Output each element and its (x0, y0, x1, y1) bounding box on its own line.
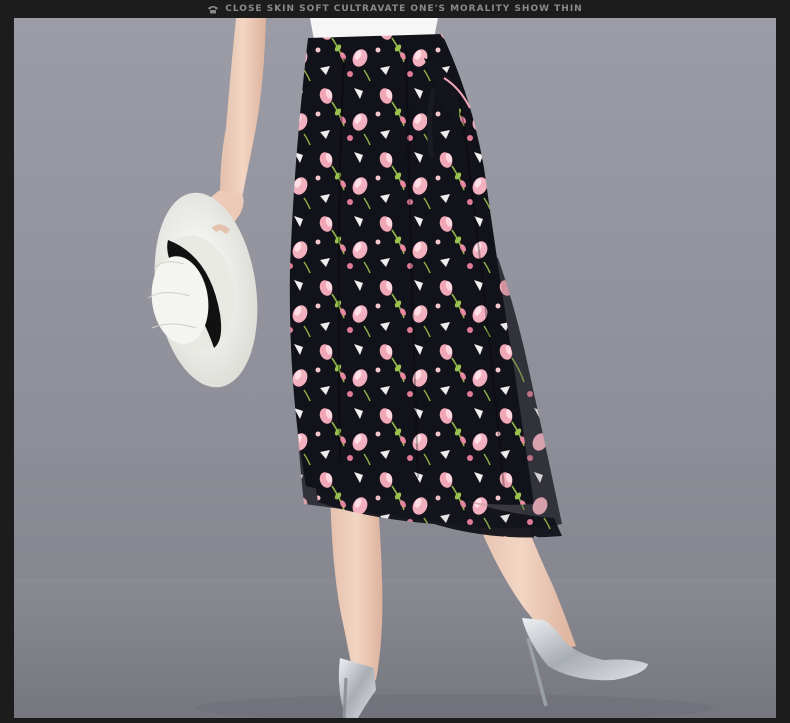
caption-bar: CLOSE SKIN SOFT CULTRAVATE ONE'S MORALIT… (0, 0, 790, 18)
product-image-frame: CLOSE SKIN SOFT CULTRAVATE ONE'S MORALIT… (0, 0, 790, 723)
product-photo (14, 18, 776, 718)
model-wearing-floral-skirt (14, 18, 776, 718)
caption-text: CLOSE SKIN SOFT CULTRAVATE ONE'S MORALIT… (225, 4, 583, 14)
phone-icon (208, 5, 219, 13)
